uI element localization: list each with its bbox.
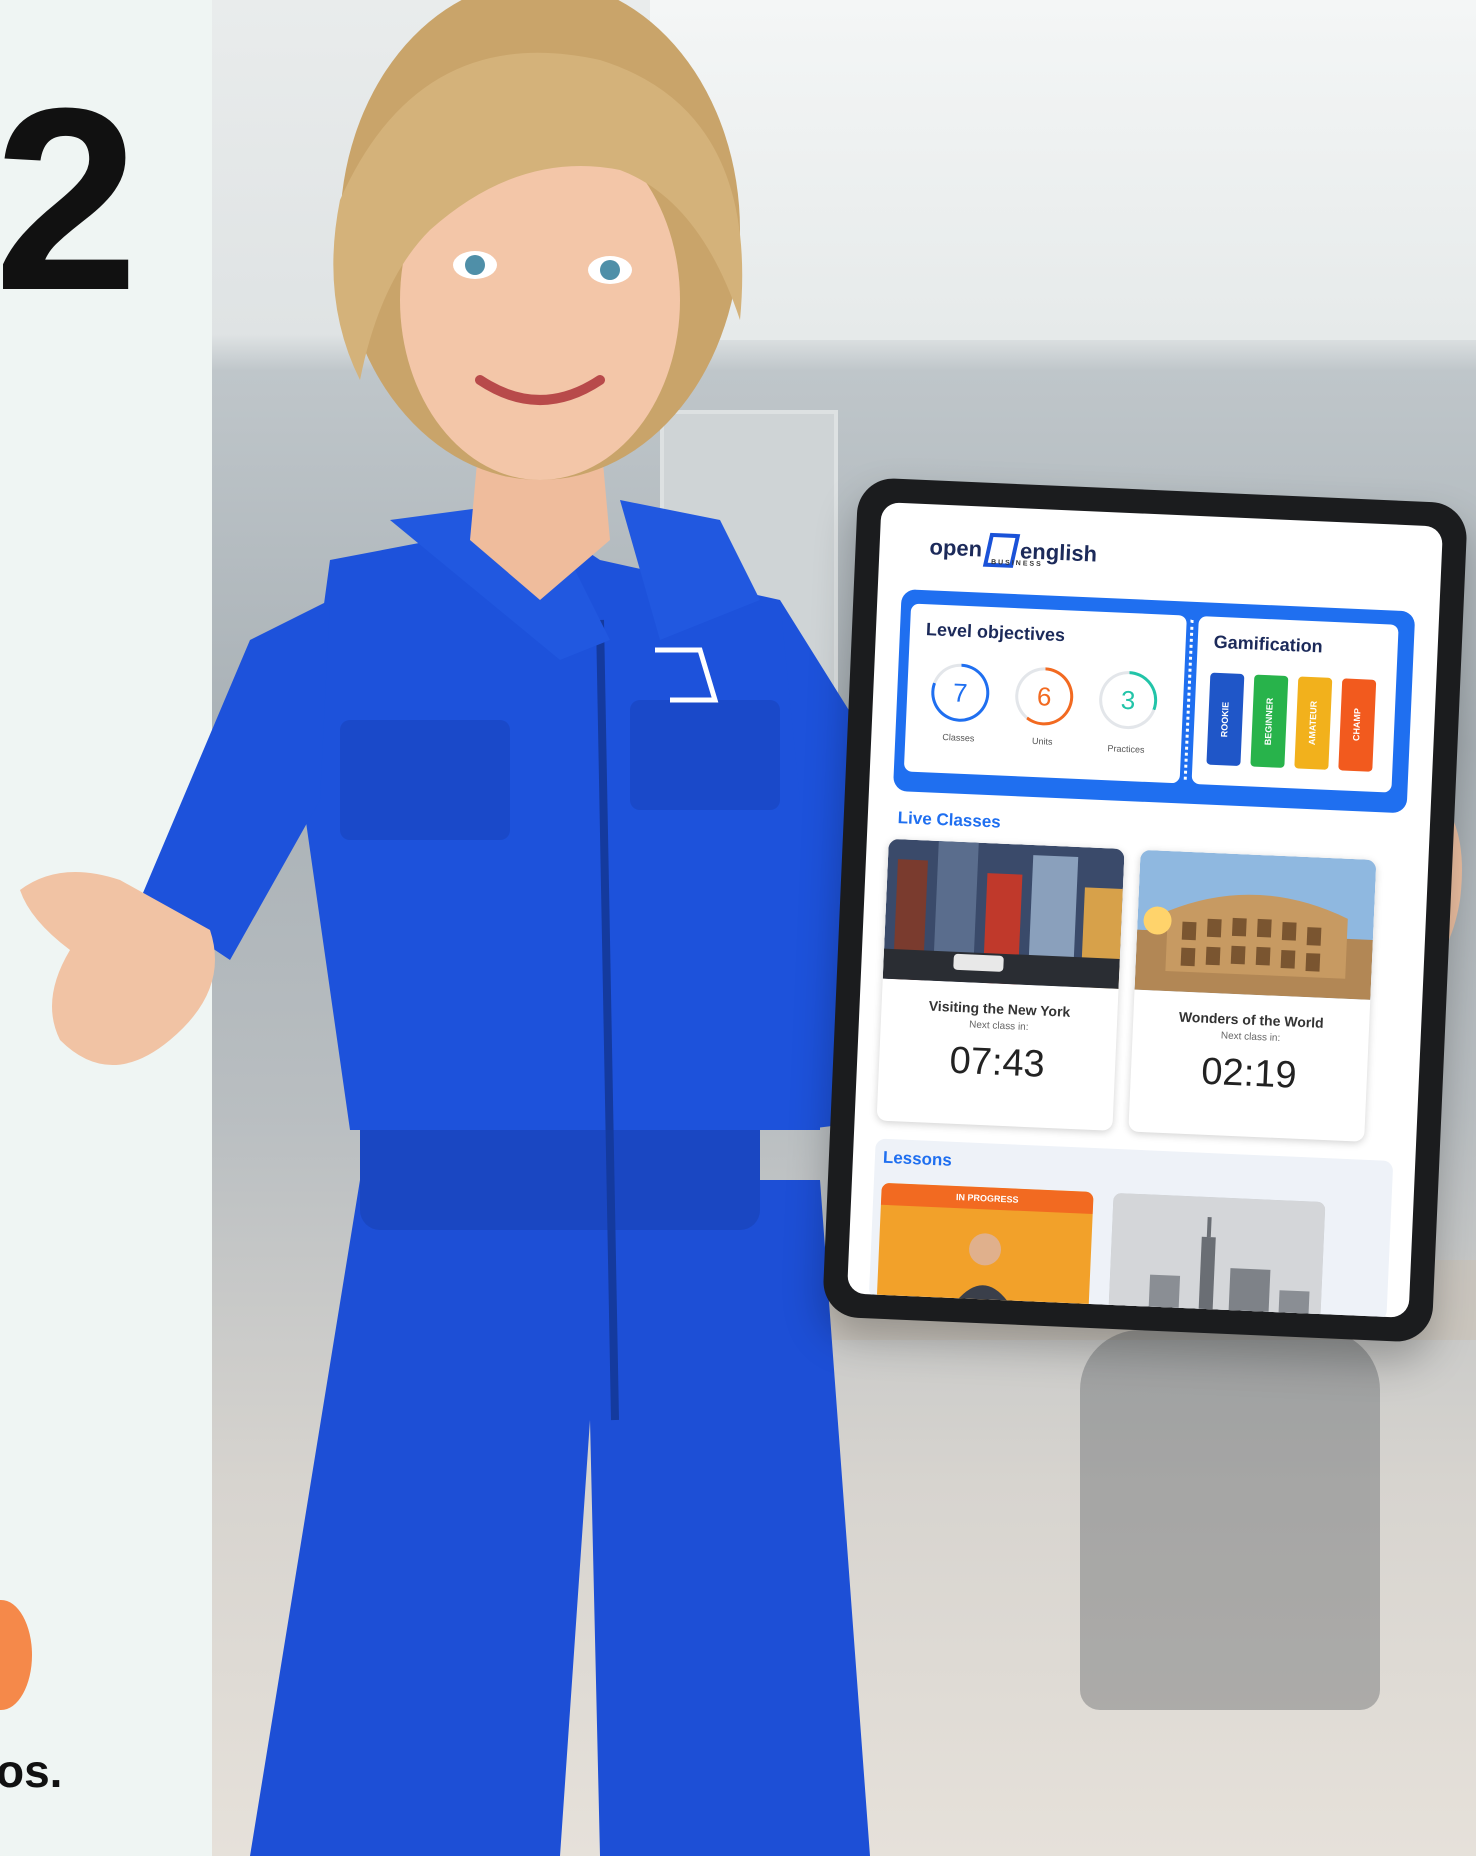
lessons-heading: Lessons [882, 1147, 953, 1170]
city-skyline-photo [1108, 1192, 1326, 1318]
ring-center: 6 [1017, 669, 1072, 724]
ring-center: 7 [933, 665, 988, 720]
badge-champ: CHAMP [1338, 678, 1377, 772]
logo-open-text: open [929, 534, 983, 562]
colosseum-photo [1134, 849, 1377, 1000]
units-count: 6 [1036, 681, 1053, 712]
practices-count: 3 [1120, 684, 1137, 716]
lesson-card-city[interactable] [1108, 1192, 1326, 1318]
class-countdown: 02:19 [1200, 1050, 1298, 1097]
class-card-new-york[interactable]: Visiting the New York Next class in: 07:… [876, 838, 1125, 1131]
classes-count: 7 [952, 677, 969, 709]
live-classes-heading: Live Classes [897, 808, 1002, 832]
classes-progress-ring: 7 [930, 662, 991, 723]
gamification-title: Gamification [1213, 631, 1324, 657]
badge-beginner: BEGINNER [1250, 674, 1289, 768]
units-progress-ring: 6 [1013, 666, 1075, 727]
gamification-card[interactable]: Gamification ROOKIE BEGINNER AMATEUR CHA… [1191, 616, 1399, 793]
new-york-photo [882, 838, 1125, 989]
practices-label: Practices [1107, 743, 1145, 755]
class-countdown: 07:43 [948, 1039, 1046, 1086]
class-next-label: Next class in: [968, 1019, 1029, 1034]
units-label: Units [1031, 735, 1053, 747]
instructor-photo [952, 1233, 1013, 1309]
practices-progress-ring: 3 [1097, 669, 1159, 731]
level-objectives-card[interactable]: Level objectives 7 6 3 Classes Units Pra… [903, 603, 1187, 784]
badge-amateur: AMATEUR [1294, 676, 1333, 770]
badge-rookie: ROOKIE [1206, 672, 1245, 767]
level-objectives-title: Level objectives [925, 619, 1066, 646]
lesson-card-in-progress[interactable]: IN PROGRESS [876, 1182, 1094, 1312]
objectives-panel: Level objectives 7 6 3 Classes Units Pra… [892, 589, 1416, 814]
ring-center: 3 [1101, 672, 1156, 728]
class-card-wonders[interactable]: Wonders of the World Next class in: 02:1… [1128, 849, 1377, 1142]
tablet-device: open english BUSINESS Level objectives 7… [821, 477, 1469, 1343]
class-next-label: Next class in: [1220, 1030, 1281, 1045]
tablet-screen: open english BUSINESS Level objectives 7… [846, 502, 1444, 1318]
classes-label: Classes [942, 732, 975, 744]
